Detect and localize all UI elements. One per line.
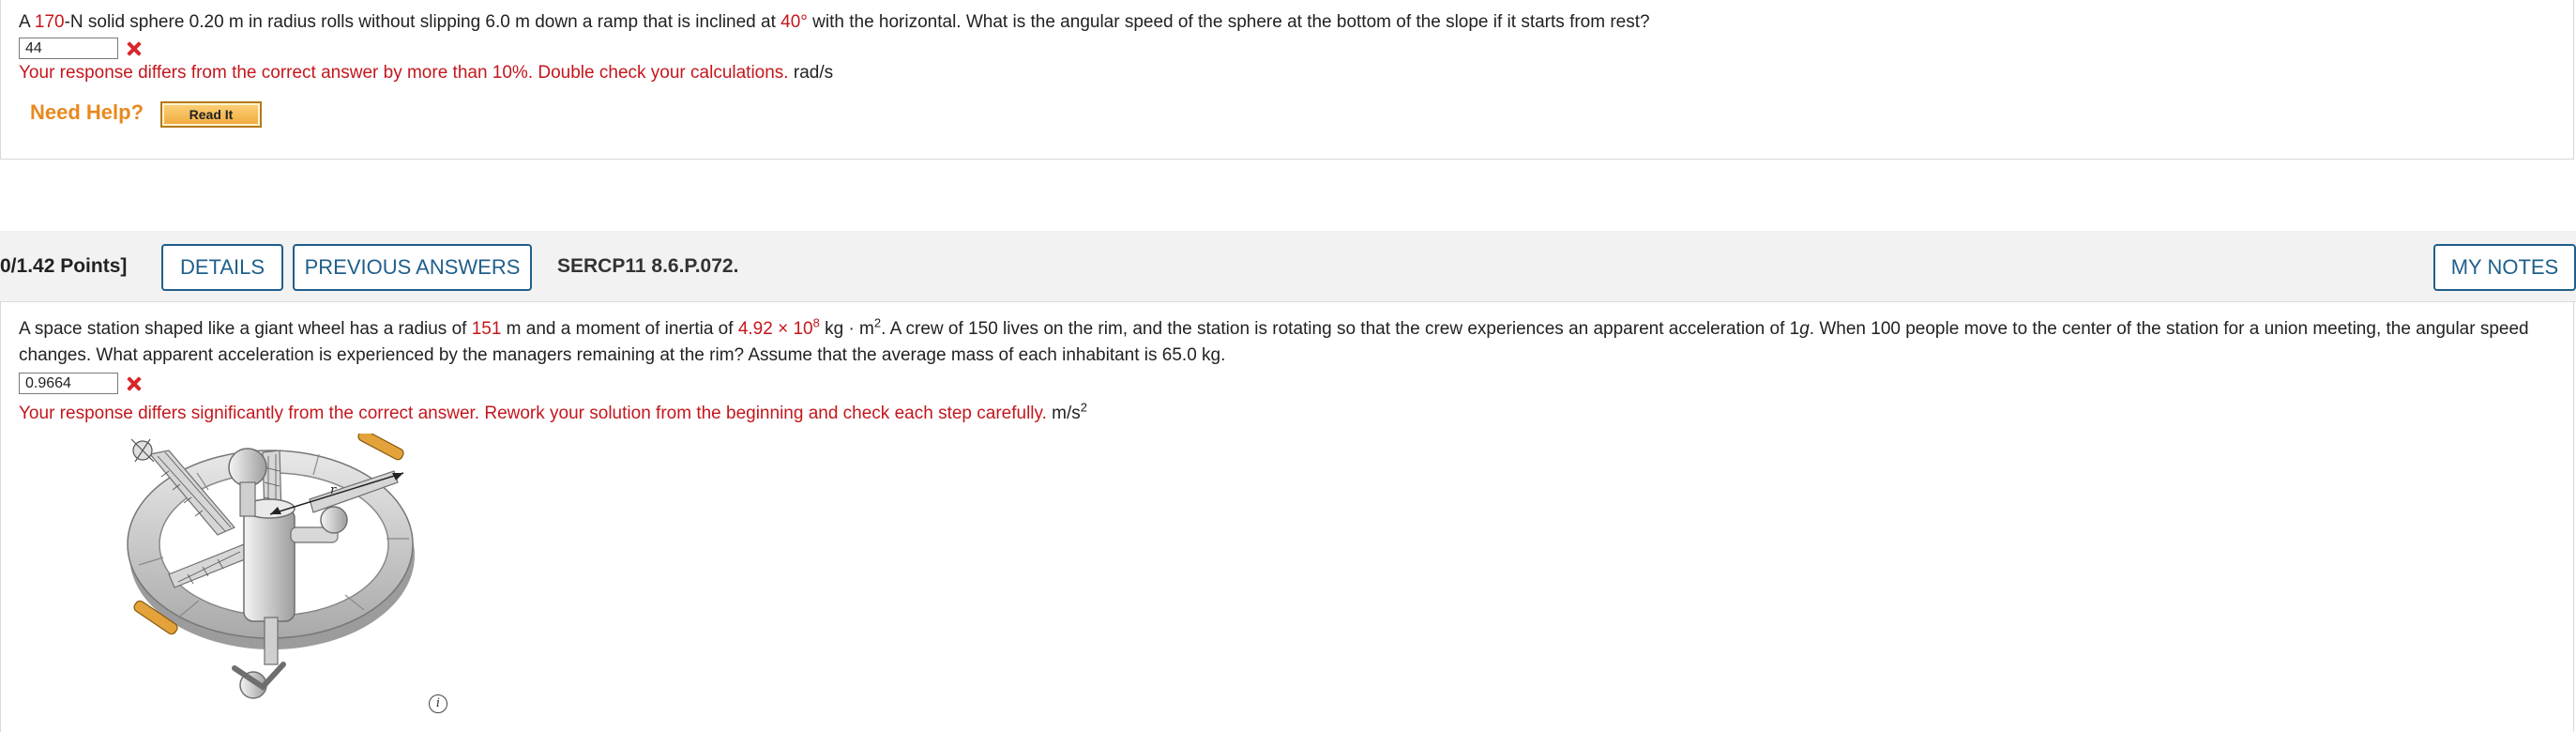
question-2-header: 0/1.42 Points] DETAILS PREVIOUS ANSWERS …: [0, 231, 2576, 302]
info-icon[interactable]: i: [429, 694, 447, 713]
q2-g-symbol: g: [1799, 319, 1810, 339]
docking-module-top: [357, 434, 404, 461]
q1-weight-value: 170: [34, 12, 65, 32]
q1-text-part: with the horizontal. What is the angular…: [807, 12, 1650, 32]
q2-feedback-message: Your response differs significantly from…: [19, 404, 1047, 423]
q2-inertia-unit: kg · m: [819, 319, 874, 339]
q2-unit-exponent: 2: [1080, 400, 1088, 415]
q2-text-part: . A crew of 150 lives on the rim, and th…: [881, 319, 1800, 339]
q1-text-part: -N solid sphere 0.20 m in radius rolls w…: [64, 12, 781, 32]
q1-feedback: Your response differs from the correct a…: [19, 63, 833, 84]
question-2-text: A space station shaped like a giant whee…: [19, 316, 2552, 369]
need-help-label: Need Help?: [30, 100, 144, 124]
q2-radius-value: 151: [471, 319, 502, 339]
q2-inertia-value: 4.92 × 108: [737, 315, 820, 339]
details-button[interactable]: DETAILS: [161, 244, 283, 291]
q2-text-part: A space station shaped like a giant whee…: [19, 319, 472, 339]
question-1-text: A 170-N solid sphere 0.20 m in radius ro…: [19, 12, 1650, 33]
q2-inertia-mantissa: 4.92 × 10: [737, 319, 813, 339]
q2-answer-input[interactable]: 0.9664: [19, 373, 118, 394]
radius-label: r: [330, 483, 337, 497]
previous-answers-button[interactable]: PREVIOUS ANSWERS: [293, 244, 532, 291]
q2-text-part: m and a moment of inertia of: [501, 319, 738, 339]
q1-feedback-message: Your response differs from the correct a…: [19, 63, 789, 83]
points-label: 0/1.42 Points]: [0, 255, 128, 277]
q2-inertia-exponent: 8: [812, 315, 820, 330]
q1-angle-value: 40°: [780, 12, 808, 32]
q1-answer-input[interactable]: 44: [19, 38, 118, 59]
incorrect-x-icon: [126, 375, 143, 392]
side-sphere: [320, 506, 348, 534]
q2-feedback: Your response differs significantly from…: [19, 400, 1088, 424]
top-mast: [239, 481, 256, 517]
read-it-button[interactable]: Read It: [160, 101, 262, 128]
my-notes-button[interactable]: MY NOTES: [2433, 244, 2576, 291]
incorrect-x-icon: [126, 40, 143, 57]
top-sphere: [228, 448, 267, 487]
antenna: [130, 438, 155, 463]
central-hub: [243, 508, 295, 622]
q2-unit-base: m/s: [1052, 404, 1081, 423]
q1-text-part: A: [19, 12, 35, 32]
q2-unit: m/s2: [1052, 400, 1088, 423]
space-station-figure: r: [127, 434, 415, 699]
q1-unit: rad/s: [793, 63, 834, 83]
question-code: SERCP11 8.6.P.072.: [557, 255, 739, 277]
bottom-mast: [264, 617, 279, 665]
